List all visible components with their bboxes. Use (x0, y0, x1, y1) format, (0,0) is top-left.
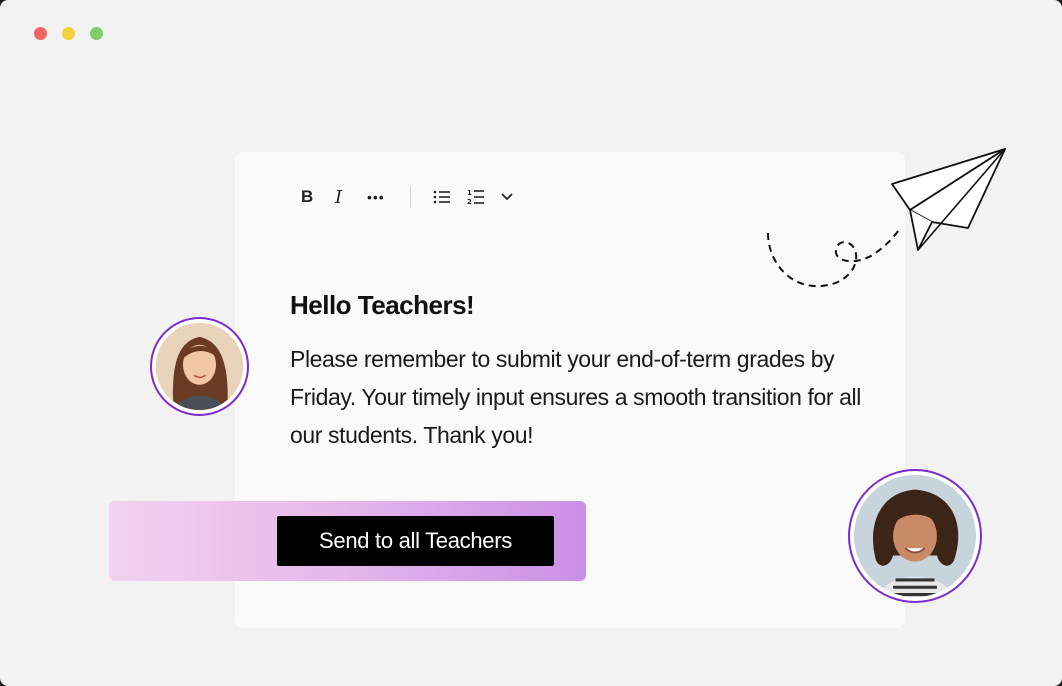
minimize-window-button[interactable] (62, 27, 75, 40)
svg-text:1: 1 (467, 189, 472, 197)
maximize-window-button[interactable] (90, 27, 103, 40)
italic-icon: I (335, 186, 343, 208)
send-to-all-teachers-button[interactable]: Send to all Teachers (277, 516, 554, 566)
numbered-list-button[interactable]: 1 2 (467, 185, 485, 209)
app-window: B I ••• 1 2 Hello Teachers! Please remem… (0, 0, 1062, 686)
paper-plane-icon (767, 148, 1006, 288)
message-title[interactable]: Hello Teachers! (290, 290, 475, 321)
toolbar-divider (410, 186, 411, 208)
more-icon: ••• (367, 189, 385, 205)
message-body[interactable]: Please remember to submit your end-of-te… (290, 340, 870, 454)
close-window-button[interactable] (34, 27, 47, 40)
avatar-photo (156, 323, 243, 410)
numbered-list-icon: 1 2 (467, 189, 484, 206)
list-options-dropdown[interactable] (501, 185, 513, 209)
svg-text:2: 2 (467, 198, 472, 206)
more-options-button[interactable]: ••• (367, 185, 385, 209)
window-controls (34, 27, 103, 40)
chevron-down-icon (501, 193, 513, 201)
italic-button[interactable]: I (335, 185, 342, 209)
avatar-photo (854, 475, 976, 597)
bulleted-list-icon (433, 190, 450, 204)
teacher-avatar-1 (150, 317, 249, 416)
bulleted-list-button[interactable] (433, 185, 451, 209)
teacher-avatar-2 (848, 469, 982, 603)
bold-button[interactable]: B (301, 185, 313, 209)
bold-icon: B (301, 187, 314, 206)
